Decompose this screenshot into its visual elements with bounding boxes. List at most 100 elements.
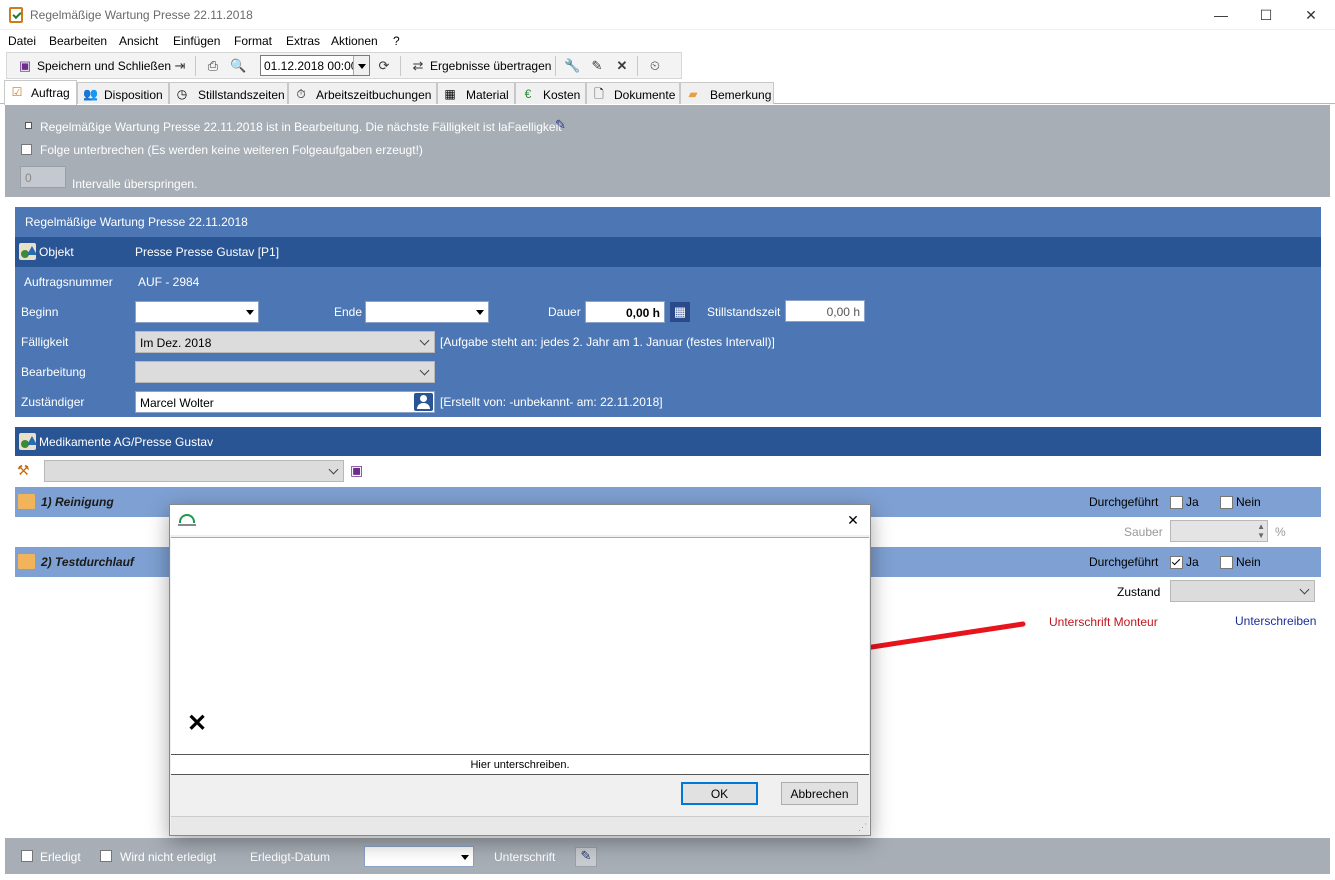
done-yes-checkbox[interactable]: [1170, 496, 1183, 509]
duration-input[interactable]: 0,00 h: [585, 301, 665, 323]
due-note: [Aufgabe steht an: jedes 2. Jahr am 1. J…: [440, 335, 775, 349]
delete-icon[interactable]: ✕: [614, 58, 630, 74]
maximize-button[interactable]: ☐: [1243, 0, 1289, 30]
tab-kosten[interactable]: € Kosten: [515, 82, 586, 104]
break-sequence-checkbox[interactable]: [21, 144, 32, 155]
tab-bemerkung[interactable]: ▰ Bemerkung: [680, 82, 774, 104]
menu-ansicht[interactable]: Ansicht: [119, 34, 158, 48]
downtime-input[interactable]: 0,00 h: [785, 300, 865, 322]
worker-clock-icon: ⏱: [296, 87, 306, 101]
menu-extras[interactable]: Extras: [286, 34, 320, 48]
title-bar: Regelmäßige Wartung Presse 22.11.2018 — …: [0, 0, 1335, 30]
responsible-input[interactable]: Marcel Wolter: [135, 391, 435, 413]
skip-intervals-input[interactable]: 0: [20, 166, 66, 188]
save-template-icon[interactable]: ▣: [350, 462, 368, 480]
app-checklist-icon: [9, 7, 23, 23]
dropdown-arrow-icon[interactable]: [457, 847, 473, 866]
resize-grip-icon[interactable]: ⋰: [858, 822, 867, 833]
dropdown-arrow-icon[interactable]: [472, 302, 488, 322]
refresh-date-icon[interactable]: ⟳: [376, 58, 392, 74]
tab-stillstandszeiten[interactable]: ◷ Stillstandszeiten: [169, 82, 288, 104]
done-no-checkbox[interactable]: [1220, 496, 1233, 509]
tab-material[interactable]: ▦ Material: [437, 82, 515, 104]
due-label: Fälligkeit: [21, 335, 69, 349]
chevron-down-icon: [419, 335, 430, 346]
sign-here-x-icon: ✕: [187, 710, 208, 737]
chevron-down-icon: [328, 464, 339, 475]
bottom-bar: Erledigt Wird nicht erledigt Erledigt-Da…: [5, 838, 1330, 874]
sign-here-hint: Hier unterschreiben.: [171, 755, 869, 775]
tools-icon[interactable]: ⚒: [17, 462, 35, 480]
menu-aktionen[interactable]: Aktionen: [331, 34, 378, 48]
app-arc-icon: [179, 514, 195, 523]
clean-percent-spinner[interactable]: ▲ ▼: [1170, 520, 1268, 542]
end-date-picker[interactable]: [365, 301, 489, 323]
dropdown-arrow-icon[interactable]: [353, 56, 369, 75]
menu-bearbeiten[interactable]: Bearbeiten: [49, 34, 107, 48]
menu-einfuegen[interactable]: Einfügen: [173, 34, 220, 48]
signature-required-label: Unterschrift Monteur: [1049, 615, 1158, 629]
done-date-picker[interactable]: [364, 846, 474, 867]
clean-label: Sauber: [1124, 525, 1163, 539]
order-header: Regelmäßige Wartung Presse 22.11.2018: [25, 215, 248, 229]
wrench-icon[interactable]: 🔧: [564, 58, 580, 74]
dropdown-arrow-icon[interactable]: [242, 302, 258, 322]
signature-canvas[interactable]: ✕: [171, 537, 869, 755]
close-button[interactable]: ✕: [1288, 0, 1334, 30]
done-date-label: Erledigt-Datum: [250, 850, 331, 864]
dialog-title-bar: ✕: [170, 505, 870, 535]
signature-dialog: ✕ ✕ Hier unterschreiben. OK Abbrechen ⋰: [169, 504, 871, 836]
timer-icon[interactable]: ⏲: [647, 58, 663, 74]
sign-link[interactable]: Unterschreiben: [1235, 614, 1316, 628]
end-label: Ende: [334, 305, 363, 319]
processing-select[interactable]: [135, 361, 435, 383]
menu-help[interactable]: ?: [393, 34, 400, 48]
not-done-checkbox[interactable]: [100, 850, 112, 862]
done-checkbox[interactable]: [21, 850, 33, 862]
signature-pen-icon[interactable]: ✎: [575, 847, 597, 867]
done-yes-checkbox[interactable]: [1170, 556, 1183, 569]
print-icon[interactable]: ⎙: [205, 58, 221, 74]
signature-label: Unterschrift: [494, 850, 556, 864]
date-picker[interactable]: 01.12.2018 00:00: [260, 55, 370, 76]
downtime-label: Stillstandszeit: [707, 305, 781, 319]
transfer-results-button[interactable]: Ergebnisse übertragen: [430, 59, 551, 73]
due-select[interactable]: Im Dez. 2018: [135, 331, 435, 353]
object-label: Objekt: [39, 245, 74, 259]
people-icon: 👥: [83, 87, 98, 101]
tab-auftrag[interactable]: ☑ Auftrag: [4, 80, 77, 105]
menu-datei[interactable]: Datei: [8, 34, 36, 48]
menu-format[interactable]: Format: [234, 34, 272, 48]
minimize-button[interactable]: —: [1198, 0, 1244, 30]
tab-dokumente[interactable]: 🗋 Dokumente: [586, 82, 680, 104]
tab-arbeitszeitbuchungen[interactable]: ⏱ Arbeitszeitbuchungen: [288, 82, 437, 104]
object-value: Presse Presse Gustav [P1]: [135, 245, 280, 259]
export-icon[interactable]: ⇥: [172, 58, 188, 74]
spinner-arrows-icon[interactable]: ▲ ▼: [1257, 522, 1265, 540]
save-close-button[interactable]: Speichern und Schließen: [37, 59, 171, 73]
date-value: 01.12.2018 00:00: [264, 59, 358, 73]
dialog-status-strip: ⋰: [171, 816, 869, 835]
start-label: Beginn: [21, 305, 59, 319]
note-folder-icon: ▰: [688, 87, 698, 101]
processing-label: Bearbeitung: [21, 365, 86, 379]
edit-list-icon[interactable]: ✎: [589, 58, 605, 74]
person-icon[interactable]: [414, 393, 433, 411]
window-title: Regelmäßige Wartung Presse 22.11.2018: [30, 8, 253, 22]
calculator-icon[interactable]: ▦: [670, 302, 690, 322]
dialog-close-button[interactable]: ✕: [844, 511, 862, 529]
print-preview-icon[interactable]: 🔍: [230, 58, 246, 74]
checklist-template-select[interactable]: [44, 460, 344, 482]
tab-disposition[interactable]: 👥 Disposition: [77, 82, 169, 104]
step-name: 1) Reinigung: [41, 495, 114, 509]
ok-button[interactable]: OK: [681, 782, 758, 805]
done-no-checkbox[interactable]: [1220, 556, 1233, 569]
cancel-button[interactable]: Abbrechen: [781, 782, 858, 805]
edit-due-icon[interactable]: ✎: [555, 117, 571, 133]
start-date-picker[interactable]: [135, 301, 259, 323]
no-label: Nein: [1236, 555, 1261, 569]
condition-select[interactable]: [1170, 580, 1315, 602]
folder-icon: [18, 494, 35, 509]
object-shapes-icon: [19, 243, 37, 260]
chevron-down-icon: [419, 365, 430, 376]
